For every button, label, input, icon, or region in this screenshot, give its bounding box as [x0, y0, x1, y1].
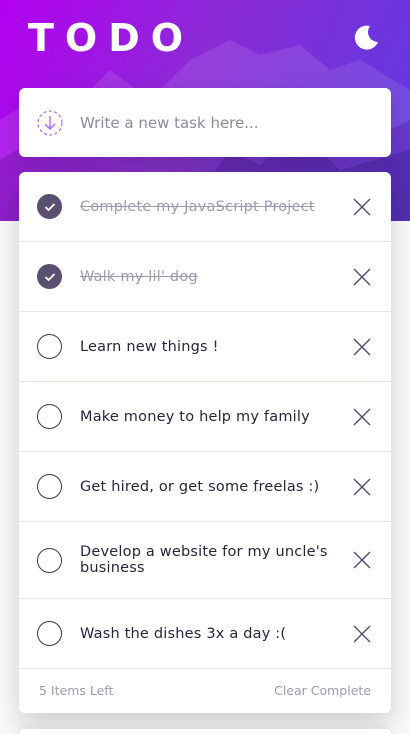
app-title: TODO — [28, 16, 195, 60]
close-icon[interactable] — [351, 266, 373, 288]
task-checkbox[interactable] — [37, 334, 62, 359]
task-text[interactable]: Develop a website for my uncle's busines… — [80, 544, 330, 576]
close-icon[interactable] — [351, 623, 373, 645]
task-row: Develop a website for my uncle's busines… — [19, 522, 391, 599]
new-task-input[interactable] — [80, 113, 360, 132]
task-row: Learn new things ! — [19, 312, 391, 382]
items-left-count: 5 Items Left — [39, 683, 114, 698]
task-text[interactable]: Walk my lil' dog — [80, 269, 330, 285]
check-icon — [44, 202, 55, 211]
task-row: Wash the dishes 3x a day :( — [19, 599, 391, 669]
task-text[interactable]: Get hired, or get some freelas :) — [80, 479, 330, 495]
task-row: Walk my lil' dog — [19, 242, 391, 312]
task-row: Get hired, or get some freelas :) — [19, 452, 391, 522]
close-icon[interactable] — [351, 336, 373, 358]
task-checkbox[interactable] — [37, 474, 62, 499]
clear-complete-button[interactable]: Clear Complete — [274, 683, 371, 698]
task-checkbox[interactable] — [37, 621, 62, 646]
task-row: Make money to help my family — [19, 382, 391, 452]
list-shadow-edge — [19, 729, 391, 734]
task-checkbox[interactable] — [37, 194, 62, 219]
task-list: Complete my JavaScript Project Walk my l… — [19, 172, 391, 713]
task-checkbox[interactable] — [37, 547, 62, 573]
task-text[interactable]: Learn new things ! — [80, 339, 330, 355]
task-checkbox[interactable] — [37, 404, 62, 429]
list-footer: 5 Items Left Clear Complete — [19, 668, 391, 713]
moon-icon[interactable] — [351, 22, 381, 52]
task-row: Complete my JavaScript Project — [19, 172, 391, 242]
task-text[interactable]: Wash the dishes 3x a day :( — [80, 626, 330, 642]
task-checkbox[interactable] — [37, 264, 62, 289]
close-icon[interactable] — [351, 549, 373, 571]
task-text[interactable]: Complete my JavaScript Project — [80, 199, 330, 215]
add-task-icon[interactable] — [36, 109, 64, 137]
close-icon[interactable] — [351, 406, 373, 428]
close-icon[interactable] — [351, 196, 373, 218]
task-text[interactable]: Make money to help my family — [80, 409, 330, 425]
close-icon[interactable] — [351, 476, 373, 498]
new-task-bar — [19, 88, 391, 157]
check-icon — [44, 272, 55, 281]
